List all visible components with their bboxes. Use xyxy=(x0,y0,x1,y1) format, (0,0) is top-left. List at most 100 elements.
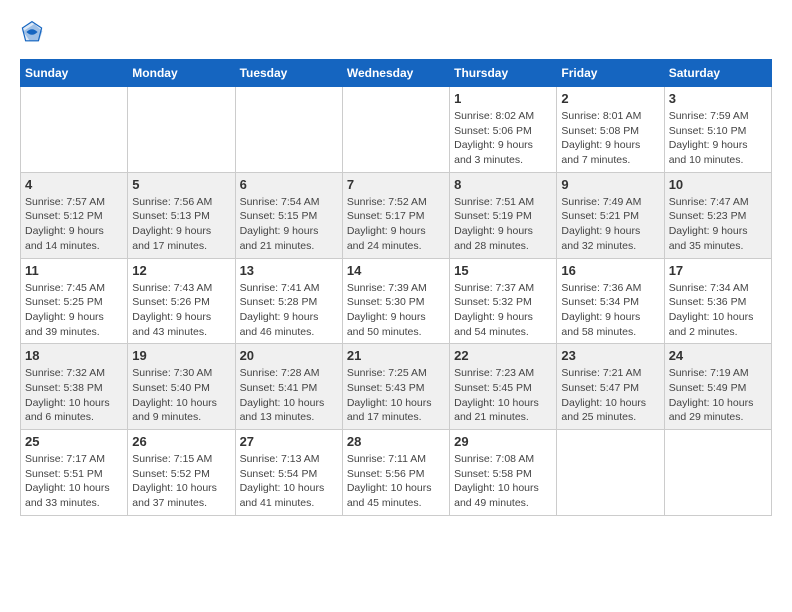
day-number: 28 xyxy=(347,434,445,449)
calendar-cell: 7Sunrise: 7:52 AM Sunset: 5:17 PM Daylig… xyxy=(342,172,449,258)
day-number: 17 xyxy=(669,263,767,278)
day-number: 16 xyxy=(561,263,659,278)
day-info: Sunrise: 7:23 AM Sunset: 5:45 PM Dayligh… xyxy=(454,366,552,425)
page-header xyxy=(20,20,772,49)
calendar-cell: 12 Sunrise: 7:43 AM Sunset: 5:26 PM Dayli… xyxy=(128,258,235,344)
day-info: Sunrise: 7:45 AM Sunset: 5:25 PM Dayligh… xyxy=(25,281,123,340)
calendar-cell: 27 Sunrise: 7:13 AM Sunset: 5:54 PM Dayli… xyxy=(235,430,342,516)
calendar-cell: 29 Sunrise: 7:08 AM Sunset: 5:58 PM Dayli… xyxy=(450,430,557,516)
day-number: 29 xyxy=(454,434,552,449)
day-info: Sunrise: 7:41 AM Sunset: 5:28 PM Dayligh… xyxy=(240,281,338,340)
day-number: 9 xyxy=(561,177,659,192)
day-number: 26 xyxy=(132,434,230,449)
calendar-week-2: 4Sunrise: 7:57 AM Sunset: 5:12 PM Daylig… xyxy=(21,172,772,258)
calendar-cell: 10 Sunrise: 7:47 AM Sunset: 5:23 PM Dayli… xyxy=(664,172,771,258)
calendar-cell: 13 Sunrise: 7:41 AM Sunset: 5:28 PM Dayli… xyxy=(235,258,342,344)
day-info: Sunrise: 7:49 AM Sunset: 5:21 PM Dayligh… xyxy=(561,195,659,254)
day-info: Sunrise: 7:43 AM Sunset: 5:26 PM Dayligh… xyxy=(132,281,230,340)
day-info: Sunrise: 7:34 AM Sunset: 5:36 PM Dayligh… xyxy=(669,281,767,340)
calendar-cell xyxy=(21,87,128,173)
day-number: 5 xyxy=(132,177,230,192)
calendar-cell xyxy=(235,87,342,173)
day-info: Sunrise: 7:47 AM Sunset: 5:23 PM Dayligh… xyxy=(669,195,767,254)
logo xyxy=(20,20,46,49)
calendar-week-1: 1Sunrise: 8:02 AM Sunset: 5:06 PM Daylig… xyxy=(21,87,772,173)
day-info: Sunrise: 7:17 AM Sunset: 5:51 PM Dayligh… xyxy=(25,452,123,511)
day-info: Sunrise: 7:28 AM Sunset: 5:41 PM Dayligh… xyxy=(240,366,338,425)
day-info: Sunrise: 7:13 AM Sunset: 5:54 PM Dayligh… xyxy=(240,452,338,511)
day-info: Sunrise: 7:56 AM Sunset: 5:13 PM Dayligh… xyxy=(132,195,230,254)
day-info: Sunrise: 7:39 AM Sunset: 5:30 PM Dayligh… xyxy=(347,281,445,340)
calendar-cell: 25 Sunrise: 7:17 AM Sunset: 5:51 PM Dayli… xyxy=(21,430,128,516)
day-info: Sunrise: 7:51 AM Sunset: 5:19 PM Dayligh… xyxy=(454,195,552,254)
weekday-header-friday: Friday xyxy=(557,60,664,87)
day-info: Sunrise: 7:32 AM Sunset: 5:38 PM Dayligh… xyxy=(25,366,123,425)
calendar-cell xyxy=(342,87,449,173)
calendar-cell: 6 Sunrise: 7:54 AM Sunset: 5:15 PM Daylig… xyxy=(235,172,342,258)
day-info: Sunrise: 7:08 AM Sunset: 5:58 PM Dayligh… xyxy=(454,452,552,511)
calendar-cell: 5 Sunrise: 7:56 AM Sunset: 5:13 PM Daylig… xyxy=(128,172,235,258)
day-number: 3 xyxy=(669,91,767,106)
weekday-header-saturday: Saturday xyxy=(664,60,771,87)
calendar-cell: 15 Sunrise: 7:37 AM Sunset: 5:32 PM Dayli… xyxy=(450,258,557,344)
day-info: Sunrise: 7:21 AM Sunset: 5:47 PM Dayligh… xyxy=(561,366,659,425)
calendar-cell: 11 Sunrise: 7:45 AM Sunset: 5:25 PM Dayli… xyxy=(21,258,128,344)
calendar-cell: 1Sunrise: 8:02 AM Sunset: 5:06 PM Daylig… xyxy=(450,87,557,173)
weekday-header-thursday: Thursday xyxy=(450,60,557,87)
calendar-cell: 9 Sunrise: 7:49 AM Sunset: 5:21 PM Daylig… xyxy=(557,172,664,258)
day-number: 13 xyxy=(240,263,338,278)
weekday-header-sunday: Sunday xyxy=(21,60,128,87)
day-number: 18 xyxy=(25,348,123,363)
weekday-header-tuesday: Tuesday xyxy=(235,60,342,87)
day-info: Sunrise: 7:19 AM Sunset: 5:49 PM Dayligh… xyxy=(669,366,767,425)
day-number: 24 xyxy=(669,348,767,363)
day-info: Sunrise: 7:54 AM Sunset: 5:15 PM Dayligh… xyxy=(240,195,338,254)
weekday-header-row: SundayMondayTuesdayWednesdayThursdayFrid… xyxy=(21,60,772,87)
day-number: 25 xyxy=(25,434,123,449)
calendar-cell: 19 Sunrise: 7:30 AM Sunset: 5:40 PM Dayli… xyxy=(128,344,235,430)
logo-icon xyxy=(20,20,44,44)
day-info: Sunrise: 7:59 AM Sunset: 5:10 PM Dayligh… xyxy=(669,109,767,168)
calendar-table: SundayMondayTuesdayWednesdayThursdayFrid… xyxy=(20,59,772,516)
calendar-cell: 2 Sunrise: 8:01 AM Sunset: 5:08 PM Daylig… xyxy=(557,87,664,173)
day-number: 20 xyxy=(240,348,338,363)
weekday-header-wednesday: Wednesday xyxy=(342,60,449,87)
calendar-week-4: 18 Sunrise: 7:32 AM Sunset: 5:38 PM Dayli… xyxy=(21,344,772,430)
day-number: 2 xyxy=(561,91,659,106)
day-info: Sunrise: 7:36 AM Sunset: 5:34 PM Dayligh… xyxy=(561,281,659,340)
day-number: 7 xyxy=(347,177,445,192)
calendar-cell: 22Sunrise: 7:23 AM Sunset: 5:45 PM Dayli… xyxy=(450,344,557,430)
calendar-cell: 4Sunrise: 7:57 AM Sunset: 5:12 PM Daylig… xyxy=(21,172,128,258)
day-number: 19 xyxy=(132,348,230,363)
calendar-cell xyxy=(128,87,235,173)
day-number: 27 xyxy=(240,434,338,449)
calendar-cell: 24 Sunrise: 7:19 AM Sunset: 5:49 PM Dayli… xyxy=(664,344,771,430)
day-info: Sunrise: 7:30 AM Sunset: 5:40 PM Dayligh… xyxy=(132,366,230,425)
calendar-week-5: 25 Sunrise: 7:17 AM Sunset: 5:51 PM Dayli… xyxy=(21,430,772,516)
day-number: 6 xyxy=(240,177,338,192)
calendar-cell: 23 Sunrise: 7:21 AM Sunset: 5:47 PM Dayli… xyxy=(557,344,664,430)
day-info: Sunrise: 7:57 AM Sunset: 5:12 PM Dayligh… xyxy=(25,195,123,254)
day-info: Sunrise: 7:25 AM Sunset: 5:43 PM Dayligh… xyxy=(347,366,445,425)
day-number: 15 xyxy=(454,263,552,278)
day-info: Sunrise: 7:37 AM Sunset: 5:32 PM Dayligh… xyxy=(454,281,552,340)
day-info: Sunrise: 8:01 AM Sunset: 5:08 PM Dayligh… xyxy=(561,109,659,168)
calendar-cell: 28 Sunrise: 7:11 AM Sunset: 5:56 PM Dayli… xyxy=(342,430,449,516)
calendar-cell: 18 Sunrise: 7:32 AM Sunset: 5:38 PM Dayli… xyxy=(21,344,128,430)
day-number: 23 xyxy=(561,348,659,363)
calendar-cell: 17 Sunrise: 7:34 AM Sunset: 5:36 PM Dayli… xyxy=(664,258,771,344)
day-number: 12 xyxy=(132,263,230,278)
calendar-cell xyxy=(664,430,771,516)
day-number: 21 xyxy=(347,348,445,363)
day-number: 11 xyxy=(25,263,123,278)
calendar-cell: 16 Sunrise: 7:36 AM Sunset: 5:34 PM Dayli… xyxy=(557,258,664,344)
day-info: Sunrise: 7:11 AM Sunset: 5:56 PM Dayligh… xyxy=(347,452,445,511)
day-number: 8 xyxy=(454,177,552,192)
weekday-header-monday: Monday xyxy=(128,60,235,87)
calendar-cell xyxy=(557,430,664,516)
calendar-cell: 21 Sunrise: 7:25 AM Sunset: 5:43 PM Dayli… xyxy=(342,344,449,430)
calendar-cell: 3 Sunrise: 7:59 AM Sunset: 5:10 PM Daylig… xyxy=(664,87,771,173)
day-info: Sunrise: 8:02 AM Sunset: 5:06 PM Dayligh… xyxy=(454,109,552,168)
calendar-cell: 14Sunrise: 7:39 AM Sunset: 5:30 PM Dayli… xyxy=(342,258,449,344)
day-number: 10 xyxy=(669,177,767,192)
